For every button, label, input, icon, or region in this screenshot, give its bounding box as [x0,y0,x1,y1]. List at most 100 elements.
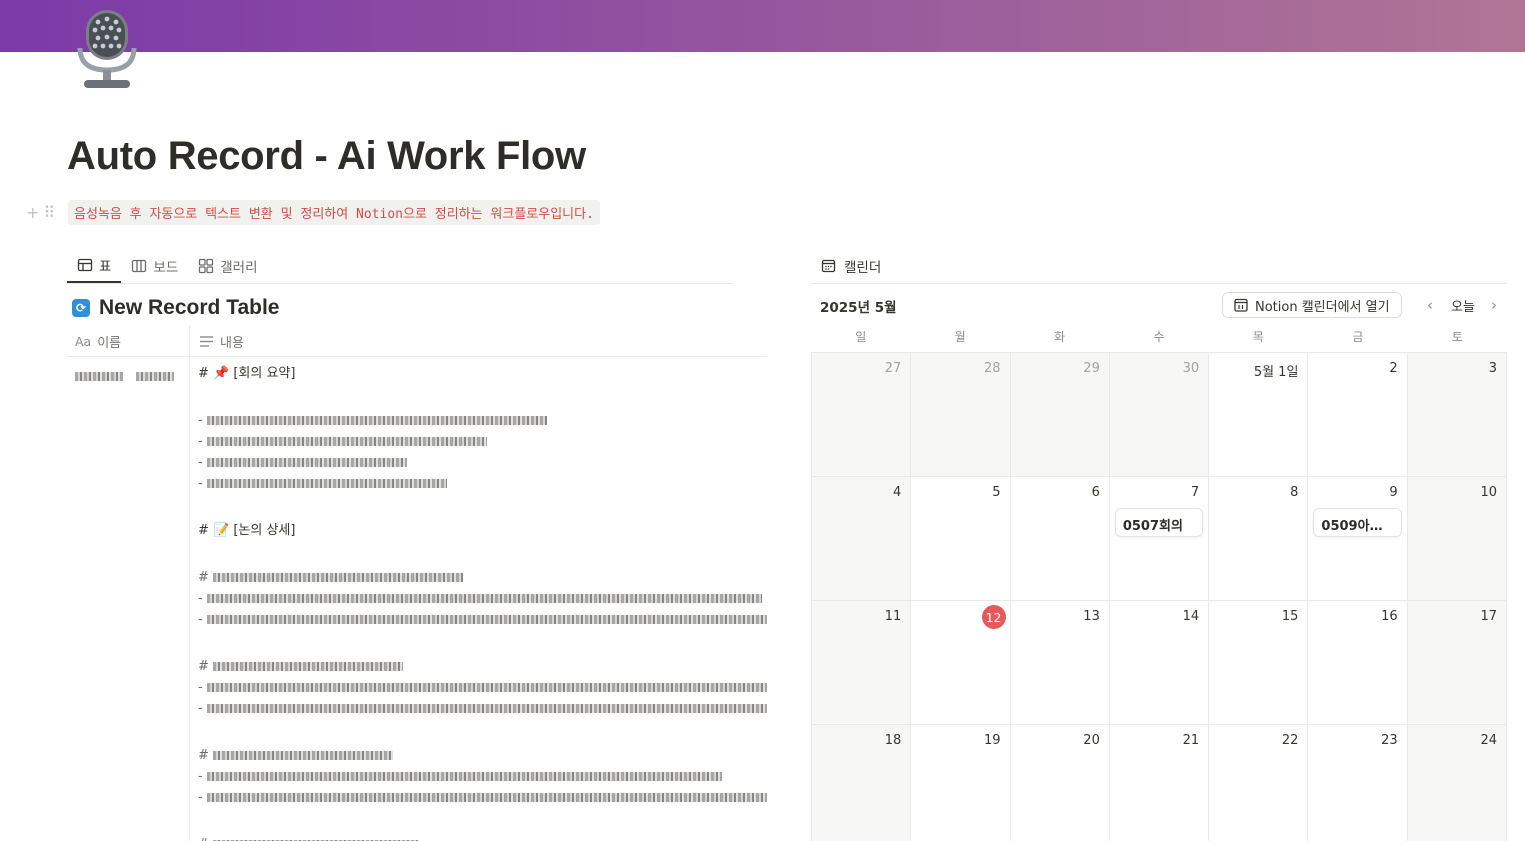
calendar-day-cell[interactable]: 5월 1일 [1209,353,1309,477]
calendar-day-cell[interactable]: 11 [812,601,912,725]
content-line: - [198,410,768,431]
calendar-day-cell[interactable]: 15 [1209,601,1309,725]
day-number: 4 [893,485,902,500]
day-number: 28 [984,361,1001,376]
content-line: - [198,698,768,719]
calendar-day-cell[interactable]: 4 [812,477,912,601]
column-divider [189,357,190,841]
calendar-day-cell[interactable]: 24 [1407,725,1507,841]
database-title[interactable]: New Record Table [99,296,280,320]
calendar-day-cell[interactable]: 18 [812,725,912,841]
tab-table[interactable]: 표 [67,248,122,283]
tab-gallery[interactable]: 갤러리 [188,248,267,283]
record-name-cell[interactable] [75,366,175,381]
weekday-label: 월 [954,330,966,344]
calendar-day-cell[interactable]: 19 [911,725,1011,841]
today-marker: 12 [981,605,1006,629]
drag-handle-icon[interactable]: ⠿ [43,203,55,222]
content-line: - [198,609,768,630]
view-tabs: 표 보드 갤러리 [67,248,734,284]
calendar-day-cell[interactable]: 3 [1407,353,1507,477]
content-line: # [198,567,768,588]
weekday-label: 일 [855,330,867,344]
calendar-day-cell[interactable]: 29 [1010,353,1110,477]
calendar-day-cell[interactable]: 5 [911,477,1011,601]
calendar-day-cell[interactable]: 16 [1308,601,1408,725]
content-line: - [198,787,768,808]
microphone-icon[interactable] [74,8,140,92]
column-label: 이름 [97,335,122,351]
day-number: 5월 1일 [1253,365,1299,380]
weekday-label: 금 [1352,330,1364,344]
content-line: # [198,656,768,677]
block-handles[interactable]: + ⠿ [26,203,68,222]
text-property-icon: Aa [75,333,92,349]
page-description[interactable]: 음성녹음 후 자동으로 텍스트 변환 및 정리하여 Notion으로 정리하는 … [68,199,600,225]
add-block-icon[interactable]: + [26,203,39,222]
open-notion-calendar-button[interactable]: Notion 캘린더에서 열기 [1222,292,1402,318]
tab-board[interactable]: 보드 [121,248,188,283]
today-button[interactable]: 오늘 [1451,296,1475,315]
empty-line [198,494,768,520]
tab-calendar[interactable]: 캘린더 [811,248,1507,284]
tab-label: 보드 [153,259,179,276]
calendar-day-cell[interactable]: 17 [1407,601,1507,725]
calendar-month-label: 2025년 5월 [820,300,897,316]
day-number: 22 [1281,733,1299,748]
empty-line [198,541,768,567]
day-number: 7 [1190,485,1200,500]
chevron-right-icon[interactable]: › [1491,296,1497,314]
calendar-day-cell[interactable]: 30 [1109,353,1210,477]
tab-label: 표 [99,258,112,275]
calendar-event[interactable]: 0507회의 [1114,508,1204,537]
day-number: 6 [1091,485,1100,500]
empty-line [198,808,768,834]
chevron-left-icon[interactable]: ‹ [1427,296,1433,314]
content-line: - [198,431,768,452]
calendar-day-cell[interactable]: 28 [911,353,1011,477]
calendar-day-cell[interactable]: 20 [1010,725,1110,841]
button-label: Notion 캘린더에서 열기 [1255,299,1390,315]
day-number: 13 [1083,609,1100,624]
day-number: 5 [992,485,1001,500]
calendar-day-cell[interactable]: 13 [1010,601,1110,725]
calendar-day-cell[interactable]: 2 [1308,353,1408,477]
day-number: 30 [1182,361,1200,376]
calendar-grid: 27 28 29 30 5월 1일 2 3 4 5 6 7 0507회의 8 9… [811,352,1507,841]
day-number: 11 [884,609,902,624]
record-content-cell[interactable]: # 📌 [회의 요약] - - - - # 📝 [논의 상세] # - - # … [198,363,768,841]
column-header-content[interactable]: 내용 [190,326,244,356]
calendar-day-cell-today[interactable]: 12 [911,601,1011,725]
content-line: # [198,834,768,841]
day-number: 24 [1480,733,1497,748]
empty-line [198,719,768,745]
sync-icon: ⟳ [72,299,90,317]
calendar-event[interactable]: 0509아콘... [1313,508,1402,537]
calendar-day-cell[interactable]: 14 [1109,601,1210,725]
calendar-day-cell[interactable]: 7 0507회의 [1109,477,1210,601]
calendar-day-cell[interactable]: 10 [1407,477,1507,601]
calendar-day-cell[interactable]: 8 [1209,477,1309,601]
day-number: 9 [1389,485,1398,500]
calendar-icon [821,259,836,273]
page-title[interactable]: Auto Record - Ai Work Flow [67,134,586,179]
calendar-day-cell[interactable]: 6 [1010,477,1110,601]
calendar-day-cell[interactable]: 21 [1109,725,1210,841]
database-title-row: ⟳ New Record Table [72,296,280,320]
day-number: 21 [1182,733,1200,748]
content-line: # [198,745,768,766]
calendar-app-icon [1234,298,1248,312]
calendar-day-cell[interactable]: 23 [1308,725,1408,841]
calendar-day-cell[interactable]: 9 0509아콘... [1308,477,1408,601]
day-number: 10 [1480,485,1497,500]
calendar-day-cell[interactable]: 22 [1209,725,1309,841]
day-number: 17 [1480,609,1497,624]
day-number: 16 [1381,609,1398,624]
table-header: Aa 이름 내용 [67,326,767,357]
day-number: 23 [1381,733,1398,748]
column-header-name[interactable]: Aa 이름 [67,326,190,356]
content-heading: # 📌 [회의 요약] [198,366,296,381]
day-number: 29 [1083,361,1100,376]
calendar-day-cell[interactable]: 27 [812,353,912,477]
blurred-text [136,372,175,381]
